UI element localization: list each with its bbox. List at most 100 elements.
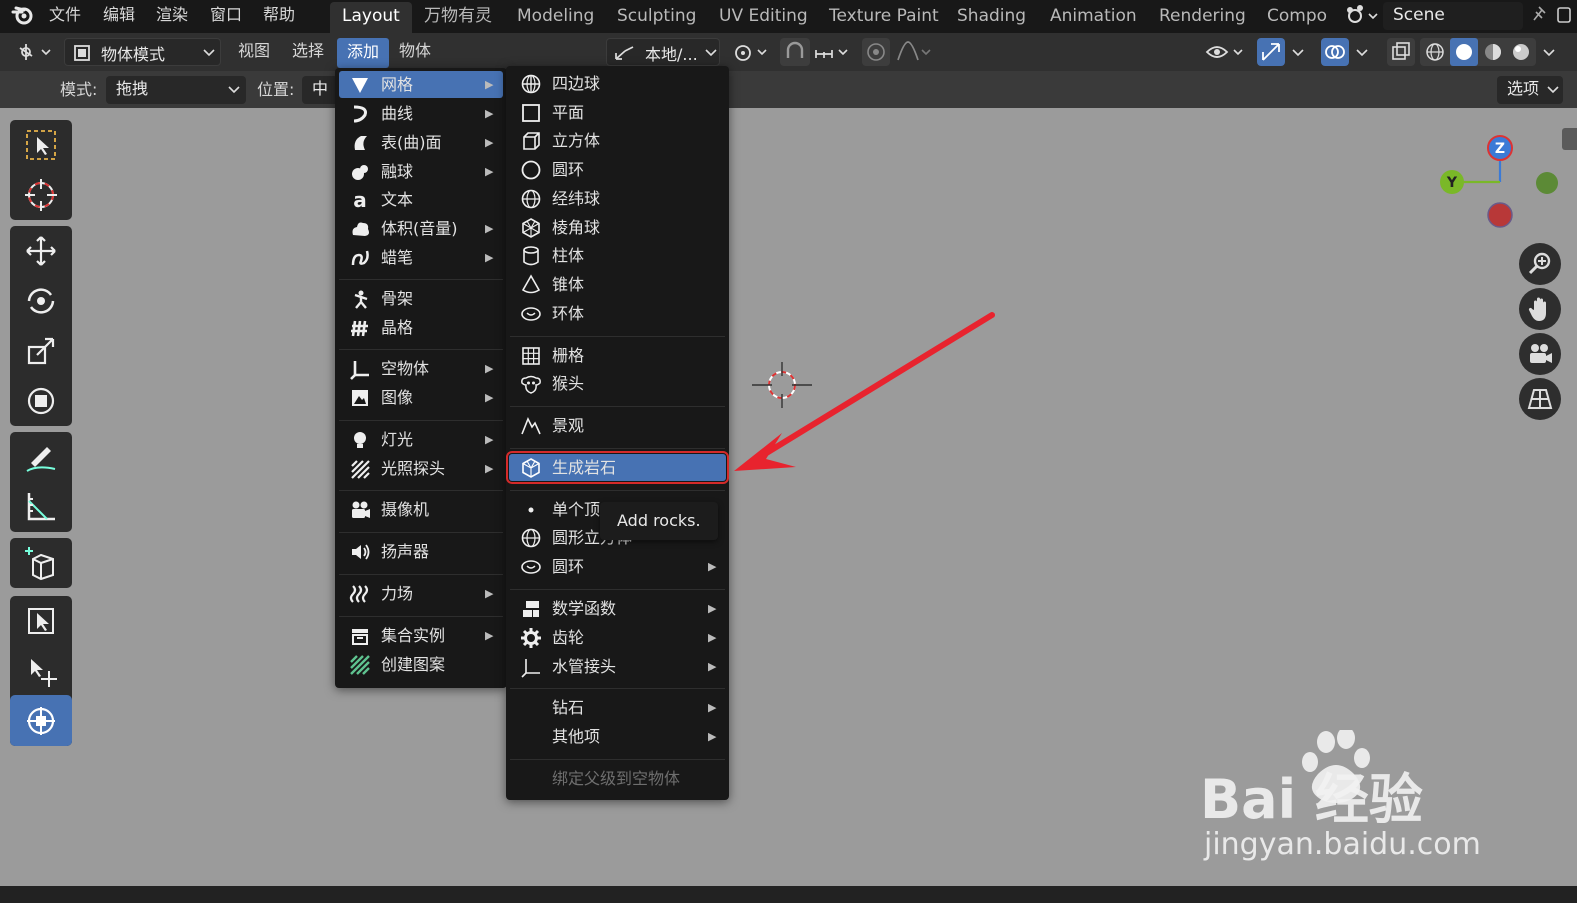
right-sidebar-toggle[interactable] bbox=[1562, 128, 1577, 150]
gizmo-options[interactable] bbox=[1287, 38, 1311, 66]
menu-select[interactable]: 选择 bbox=[292, 33, 324, 71]
xray-toggle[interactable] bbox=[1387, 38, 1415, 66]
add-menu-item[interactable]: 灯光 ▶ bbox=[335, 426, 507, 453]
add-menu-item[interactable]: 集合实例 ▶ bbox=[335, 622, 507, 649]
add-cube-tool[interactable] bbox=[10, 538, 72, 587]
mesh-menu-item[interactable]: 景观 bbox=[506, 412, 729, 439]
tab-modeling[interactable]: Modeling bbox=[517, 2, 594, 33]
pan-button[interactable] bbox=[1519, 288, 1561, 330]
menu-help[interactable]: 帮助 bbox=[263, 0, 295, 33]
add-menu-item[interactable]: 图像 ▶ bbox=[335, 384, 507, 411]
add-menu-item[interactable]: 摄像机 bbox=[335, 496, 507, 523]
overlay-toggle[interactable] bbox=[1321, 38, 1349, 66]
solid-shading-button[interactable] bbox=[1450, 38, 1478, 66]
tab-compositing[interactable]: Compo bbox=[1267, 2, 1327, 33]
add-menu-item[interactable]: 空物体 ▶ bbox=[335, 355, 507, 382]
add-menu-item[interactable]: 创建图案 bbox=[335, 651, 507, 678]
menu-add[interactable]: 添加 bbox=[337, 38, 389, 68]
material-shading-icon[interactable] bbox=[1482, 41, 1504, 63]
tab-sculpting[interactable]: Sculpting bbox=[617, 2, 696, 33]
pin-icon[interactable] bbox=[1528, 0, 1548, 33]
mesh-menu-item[interactable]: 栅格 bbox=[506, 342, 729, 369]
scene-name-field[interactable]: Scene bbox=[1383, 2, 1523, 30]
add-menu-item[interactable]: 融球 ▶ bbox=[335, 158, 507, 185]
navigation-gizmo[interactable]: Z Y bbox=[1430, 130, 1560, 240]
proportional-falloff-selector[interactable] bbox=[894, 38, 934, 66]
mesh-menu-item[interactable]: 四边球 bbox=[506, 70, 729, 97]
menu-window[interactable]: 窗口 bbox=[210, 0, 242, 33]
wireframe-shading-icon[interactable] bbox=[1424, 41, 1446, 63]
add-menu-item[interactable]: 光照探头 ▶ bbox=[335, 455, 507, 482]
add-menu-item[interactable]: 蜡笔 ▶ bbox=[335, 244, 507, 271]
visibility-selector[interactable] bbox=[1203, 38, 1249, 66]
mesh-menu-item[interactable]: 其他项 ▶ bbox=[506, 723, 729, 750]
scene-selector-icon[interactable] bbox=[1343, 2, 1379, 35]
mesh-menu-item[interactable]: 齿轮 ▶ bbox=[506, 624, 729, 651]
add-menu-item[interactable]: 曲线 ▶ bbox=[335, 100, 507, 127]
rendered-shading-icon[interactable] bbox=[1510, 41, 1532, 63]
pivot-point-selector[interactable] bbox=[728, 38, 774, 66]
tab-layout[interactable]: Layout bbox=[330, 2, 412, 33]
measure-tool[interactable] bbox=[10, 482, 72, 531]
projection-toggle-button[interactable] bbox=[1519, 378, 1561, 420]
mesh-menu-item[interactable]: 棱角球 bbox=[506, 214, 729, 241]
shading-options[interactable] bbox=[1538, 38, 1562, 66]
snap-target-selector[interactable] bbox=[812, 38, 854, 66]
mesh-menu-item[interactable]: 圆环 ▶ bbox=[506, 553, 729, 580]
mesh-menu-item[interactable]: 钻石 ▶ bbox=[506, 694, 729, 721]
mesh-menu-item[interactable]: 立方体 bbox=[506, 127, 729, 154]
zoom-button[interactable] bbox=[1519, 243, 1561, 285]
gizmo-toggle[interactable] bbox=[1257, 38, 1285, 66]
menu-edit[interactable]: 编辑 bbox=[103, 0, 135, 33]
transform-orientation-selector[interactable]: 本地/... bbox=[606, 38, 720, 66]
tab-texture-paint[interactable]: Texture Paint bbox=[829, 2, 939, 33]
options-dropdown[interactable]: 选项 bbox=[1497, 76, 1563, 104]
add-menu-item[interactable]: a 文本 bbox=[335, 186, 507, 213]
mesh-menu-item[interactable]: 环体 bbox=[506, 300, 729, 327]
tab-uv-editing[interactable]: UV Editing bbox=[719, 2, 808, 33]
mesh-menu-item[interactable]: 柱体 bbox=[506, 242, 729, 269]
mesh-menu-item[interactable]: 锥体 bbox=[506, 271, 729, 298]
menu-object[interactable]: 物体 bbox=[399, 33, 431, 71]
annotate-tool[interactable] bbox=[10, 432, 72, 481]
transform-tool[interactable] bbox=[10, 376, 72, 425]
mesh-menu-item[interactable]: 水管接头 ▶ bbox=[506, 653, 729, 680]
mesh-menu-item[interactable]: 圆环 bbox=[506, 156, 729, 183]
add-menu-item[interactable]: 表(曲)面 ▶ bbox=[335, 129, 507, 156]
scale-tool[interactable] bbox=[10, 326, 72, 375]
shading-mode-group[interactable] bbox=[1420, 38, 1536, 66]
menu-render[interactable]: 渲染 bbox=[156, 0, 188, 33]
new-scene-icon[interactable] bbox=[1555, 0, 1575, 33]
mesh-menu-item[interactable]: 平面 bbox=[506, 99, 729, 126]
tab-shading[interactable]: Shading bbox=[957, 2, 1026, 33]
add-menu-item[interactable]: 体积(音量) ▶ bbox=[335, 215, 507, 242]
shear-tool[interactable] bbox=[10, 646, 72, 695]
drag-mode-select[interactable]: 拖拽 bbox=[106, 76, 246, 104]
proportional-edit-toggle[interactable] bbox=[862, 38, 890, 66]
rotate-tool[interactable] bbox=[10, 276, 72, 325]
menu-file[interactable]: 文件 bbox=[49, 0, 81, 33]
snap-toggle[interactable] bbox=[780, 38, 810, 66]
add-menu-item[interactable]: 网格 ▶ bbox=[339, 71, 503, 98]
add-menu-item[interactable]: 扬声器 bbox=[335, 538, 507, 565]
mesh-menu-item[interactable]: 猴头 bbox=[506, 370, 729, 397]
mesh-menu-item[interactable]: 数学函数 ▶ bbox=[506, 595, 729, 622]
editor-type-selector[interactable] bbox=[10, 38, 56, 66]
mesh-menu-item[interactable]: 生成岩石 bbox=[506, 451, 729, 484]
move-tool[interactable] bbox=[10, 226, 72, 275]
mesh-menu-item[interactable]: 经纬球 bbox=[506, 185, 729, 212]
active-transform-tool[interactable] bbox=[10, 695, 72, 746]
add-menu-item[interactable]: 骨架 bbox=[335, 285, 507, 312]
menu-view[interactable]: 视图 bbox=[238, 33, 270, 71]
tab-wanwu[interactable]: 万物有灵 bbox=[424, 2, 492, 33]
overlay-options[interactable] bbox=[1351, 38, 1375, 66]
cursor-tool[interactable] bbox=[10, 170, 72, 219]
shrink-fatten-tool[interactable] bbox=[10, 596, 72, 645]
add-menu-item[interactable]: 晶格 bbox=[335, 314, 507, 341]
blender-logo-icon[interactable] bbox=[10, 0, 36, 33]
tab-animation[interactable]: Animation bbox=[1050, 2, 1137, 33]
mode-selector[interactable]: 物体模式 bbox=[64, 38, 221, 66]
tab-rendering[interactable]: Rendering bbox=[1159, 2, 1246, 33]
add-menu-item[interactable]: 力场 ▶ bbox=[335, 580, 507, 607]
select-box-tool[interactable] bbox=[10, 120, 72, 169]
